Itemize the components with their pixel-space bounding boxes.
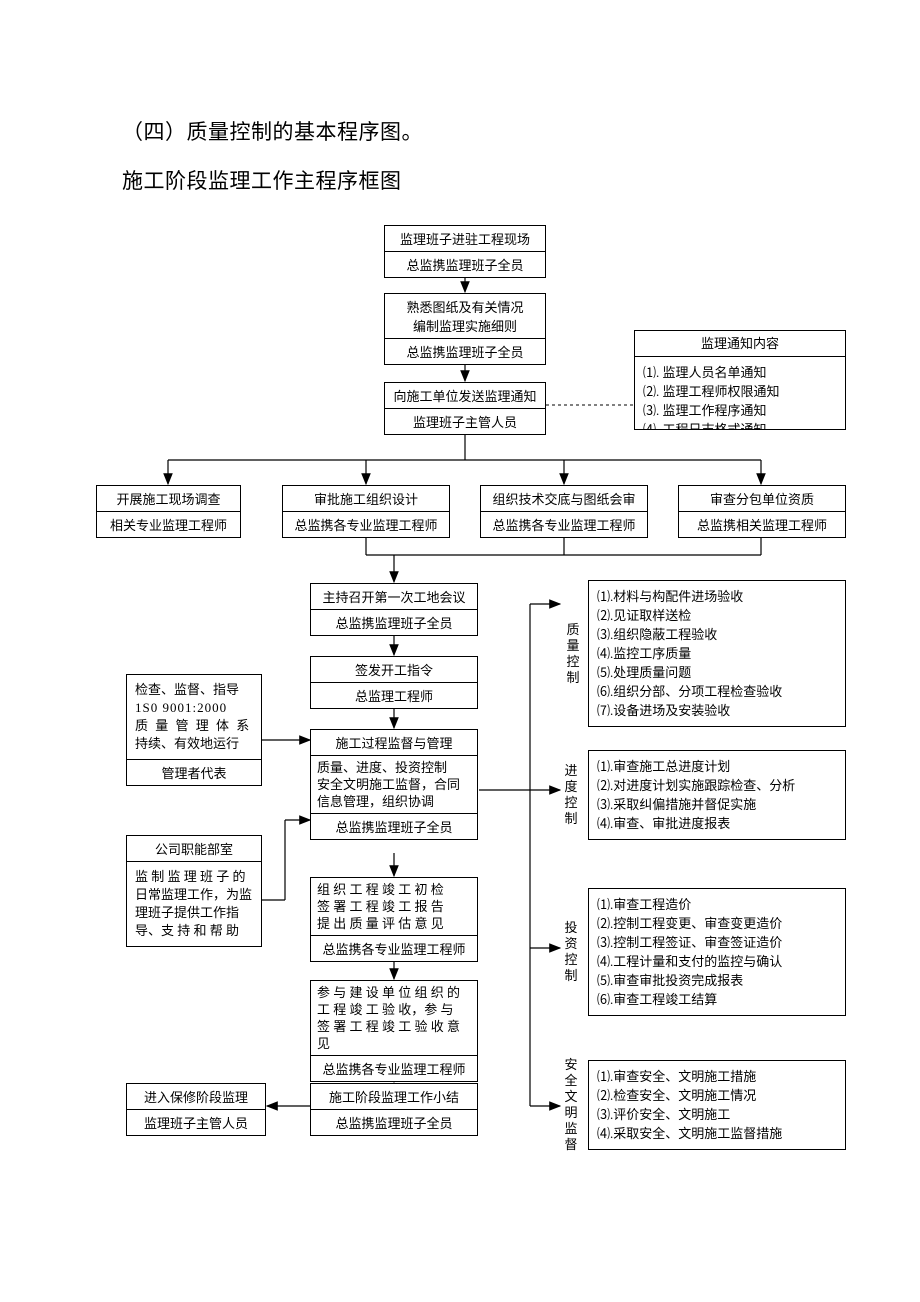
node-summary: 施工阶段监理工作小结总监携监理班子全员 (310, 1083, 478, 1136)
row-subcon: 审查分包单位资质总监携相关监理工程师 (678, 485, 846, 538)
safety-box: 安全文明监督 ⑴.审查安全、文明施工措施⑵.检查安全、文明施工情况⑶.评价安全、… (588, 1060, 846, 1150)
iso-box: 检查、监督、指导1S0 9001:2000质 量 管 理 体 系持续、有效地运行… (126, 674, 262, 786)
node-prepare: 熟悉图纸及有关情况编制监理实施细则 总监携监理班子全员 (384, 293, 546, 365)
node-start-order: 签发开工指令总监理工程师 (310, 656, 478, 709)
node-entry: 监理班子进驻工程现场 总监携监理班子全员 (384, 225, 546, 278)
dept-box: 公司职能部室 监 制 监 理 班 子 的日常监理工作，为监理班子提供工作指导、支… (126, 835, 262, 947)
heading-1: （四）质量控制的基本程序图。 (122, 116, 423, 146)
heading-2: 施工阶段监理工作主程序框图 (122, 165, 402, 195)
node-process: 施工过程监督与管理 质量、进度、投资控制安全文明施工监督，合同信息管理，组织协调… (310, 729, 478, 840)
notice-panel: 监理通知内容 ⑴. 监理人员名单通知 ⑵. 监理工程师权限通知 ⑶. 监理工作程… (634, 330, 846, 430)
node-notify: 向施工单位发送监理通知 监理班子主管人员 (384, 382, 546, 435)
node-meeting: 主持召开第一次工地会议总监携监理班子全员 (310, 583, 478, 636)
quality-box: 质量控制 ⑴.材料与构配件进场验收⑵.见证取样送检⑶.组织隐蔽工程验收⑷.监控工… (588, 580, 846, 727)
row-tech: 组织技术交底与图纸会审总监携各专业监理工程师 (480, 485, 648, 538)
row-survey: 开展施工现场调查相关专业监理工程师 (96, 485, 241, 538)
node-acceptance: 参 与 建 设 单 位 组 织 的工 程 竣 工 验 收，参 与签 署 工 程 … (310, 980, 478, 1082)
cost-box: 投资控制 ⑴.审查工程造价⑵.控制工程变更、审查变更造价⑶.控制工程签证、审查签… (588, 888, 846, 1016)
node-precheck: 组 织 工 程 竣 工 初 检签 署 工 程 竣 工 报 告提 出 质 量 评 … (310, 877, 478, 962)
progress-box: 进度控制 ⑴.审查施工总进度计划⑵.对进度计划实施跟踪检查、分析⑶.采取纠偏措施… (588, 750, 846, 840)
row-approve: 审批施工组织设计总监携各专业监理工程师 (282, 485, 450, 538)
node-warranty: 进入保修阶段监理监理班子主管人员 (126, 1083, 266, 1136)
